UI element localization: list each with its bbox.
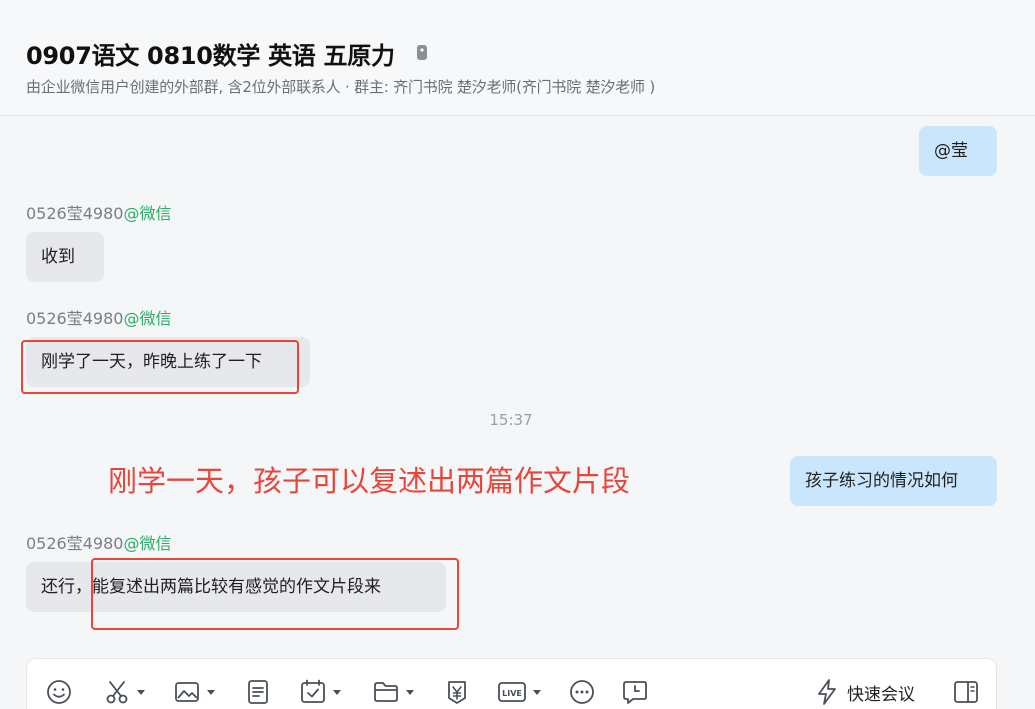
message-bubble[interactable]: 收到 <box>26 232 104 282</box>
svg-text:LIVE: LIVE <box>502 689 522 698</box>
side-panel-icon <box>954 681 978 703</box>
live-button[interactable]: LIVE <box>497 677 541 707</box>
emoji-button[interactable] <box>45 677 73 707</box>
time-message-icon <box>623 681 647 704</box>
chevron-down-icon <box>207 689 215 695</box>
highlight-box <box>21 340 299 394</box>
external-group-icon <box>417 45 427 60</box>
sender-source: @微信 <box>123 534 172 553</box>
more-icon <box>570 680 594 704</box>
schedule-icon <box>301 679 325 703</box>
file-button[interactable] <box>372 677 414 707</box>
chevron-down-icon <box>333 689 341 695</box>
message-bubble-mine[interactable]: @莹 <box>919 126 997 176</box>
sender-name[interactable]: 0526莹4980@微信 <box>26 200 171 224</box>
group-title[interactable]: 0907语文 0810数学 英语 五原力 <box>26 36 395 71</box>
sender-source: @微信 <box>123 309 172 328</box>
chevron-down-icon <box>137 689 145 695</box>
schedule-button[interactable] <box>299 677 341 707</box>
message-text: @莹 <box>934 141 968 161</box>
image-button[interactable] <box>173 677 215 707</box>
timestamp: 15:37 <box>489 411 533 429</box>
message-bubble-mine[interactable]: 孩子练习的情况如何 <box>790 456 997 506</box>
red-packet-button[interactable] <box>443 677 471 707</box>
input-toolbar: LIVE 快速会议 <box>26 658 997 709</box>
emoji-icon <box>47 680 71 704</box>
sender-name[interactable]: 0526莹4980@微信 <box>26 530 171 554</box>
screenshot-icon <box>106 681 128 704</box>
image-icon <box>175 682 199 702</box>
annotation-text: 刚学一天，孩子可以复述出两篇作文片段 <box>108 464 631 498</box>
screenshot-button[interactable] <box>103 677 145 707</box>
quick-meeting-button[interactable]: 快速会议 <box>815 677 915 707</box>
more-button[interactable] <box>568 677 596 707</box>
chevron-down-icon <box>533 689 541 695</box>
group-info: 由企业微信用户创建的外部群, 含2位外部联系人 · 群主: 齐门书院 楚汐老师(… <box>26 78 656 96</box>
red-packet-icon <box>448 681 466 704</box>
side-panel-button[interactable] <box>952 677 980 707</box>
document-button[interactable] <box>244 677 272 707</box>
scheduled-message-button[interactable] <box>621 677 649 707</box>
live-icon: LIVE <box>498 682 526 702</box>
message-text: 收到 <box>41 247 75 267</box>
chat-header: 0907语文 0810数学 英语 五原力 由企业微信用户创建的外部群, 含2位外… <box>0 0 1035 116</box>
sender-name[interactable]: 0526莹4980@微信 <box>26 305 171 329</box>
quick-meeting-icon <box>818 679 836 705</box>
sender-source: @微信 <box>123 204 172 223</box>
message-list: @莹 0526莹4980@微信 收到 0526莹4980@微信 刚学了一天，昨晚… <box>0 116 1035 709</box>
chevron-down-icon <box>406 689 414 695</box>
message-text: 孩子练习的情况如何 <box>805 471 958 491</box>
quick-meeting-label: 快速会议 <box>847 684 915 705</box>
document-icon <box>248 680 268 704</box>
folder-icon <box>374 682 398 702</box>
highlight-box <box>91 558 459 630</box>
